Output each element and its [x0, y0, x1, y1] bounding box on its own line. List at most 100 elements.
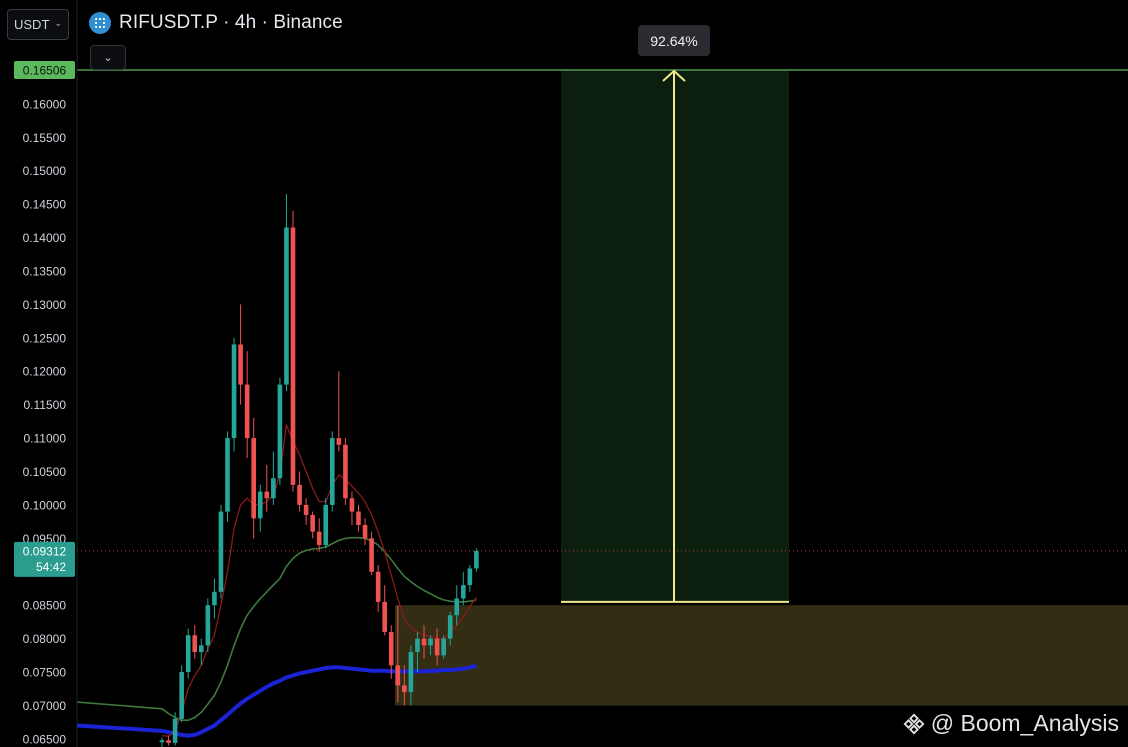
collapse-legend-button[interactable]: ⌄ — [90, 45, 126, 70]
candle — [284, 194, 289, 392]
candle-body — [277, 384, 283, 479]
candle-body — [192, 635, 198, 652]
candle-body — [205, 605, 211, 646]
y-tick-label: 0.11500 — [24, 398, 67, 412]
candle — [218, 504, 224, 599]
candle-body — [382, 601, 387, 632]
candle — [316, 518, 322, 552]
candle — [244, 351, 250, 459]
y-tick-label: 0.13500 — [23, 264, 67, 278]
candle-body — [271, 478, 276, 499]
candle — [205, 598, 211, 652]
candle-body — [369, 538, 374, 572]
last-price-label: 0.09312 — [23, 544, 67, 558]
candle-body — [290, 227, 296, 485]
candle-body — [434, 638, 440, 656]
candle-body — [336, 438, 342, 445]
y-tick-label: 0.14500 — [23, 198, 67, 212]
candle-body — [284, 227, 289, 385]
candle-body — [454, 598, 460, 616]
candle-body — [467, 568, 473, 586]
candle — [461, 571, 466, 606]
candle — [330, 431, 335, 512]
candle-body — [474, 551, 479, 569]
candle-body — [297, 484, 302, 505]
candle-body — [225, 438, 230, 512]
currency-dropdown[interactable]: USDT ⌄ — [7, 9, 69, 40]
candle — [212, 578, 217, 619]
candle-body — [441, 638, 446, 656]
candle — [441, 635, 446, 659]
candle — [277, 377, 283, 485]
price-chart[interactable]: 0.16000 0.15500 0.15000 0.14500 0.14000 0.135… — [0, 0, 1128, 747]
candle — [336, 371, 342, 452]
candle — [375, 565, 381, 612]
y-tick-label: 0.15500 — [23, 131, 67, 145]
candle — [349, 491, 355, 525]
candle-body — [159, 740, 165, 743]
symbol-title: RIFUSDT.P · 4h · Binance — [119, 12, 343, 33]
candle-body — [402, 685, 407, 693]
y-tick-label: 0.10500 — [23, 465, 67, 479]
candle — [251, 418, 256, 539]
demand-zone — [395, 605, 1128, 706]
candle-body — [257, 491, 263, 519]
candle-body — [349, 498, 355, 512]
candle-body — [343, 444, 348, 499]
candle-body — [238, 344, 243, 385]
y-tick-label: 0.15000 — [23, 164, 67, 178]
y-tick-label: 0.07000 — [23, 699, 67, 713]
candle — [369, 531, 374, 576]
candle-body — [415, 638, 420, 652]
y-tick-label: 0.07500 — [23, 666, 67, 680]
candle — [362, 518, 368, 546]
symbol-header: RIFUSDT.P · 4h · Binance — [89, 12, 343, 34]
target-price-label: 0.16506 — [23, 64, 67, 78]
candle-body — [461, 585, 466, 599]
candle — [231, 337, 237, 452]
candle — [238, 304, 243, 405]
candle-body — [375, 571, 381, 602]
candle — [474, 548, 479, 572]
y-tick-label: 0.08000 — [23, 632, 67, 646]
y-tick-label: 0.16000 — [23, 97, 67, 111]
candle-body — [388, 631, 394, 666]
candle-body — [251, 438, 256, 519]
y-tick-label: 0.11000 — [24, 432, 67, 446]
candle-body — [303, 504, 309, 515]
candle-body — [316, 531, 322, 546]
candle-body — [395, 665, 401, 686]
candle — [225, 431, 230, 522]
candle-body — [218, 511, 224, 592]
candle — [356, 504, 361, 532]
watermark-text: @ Boom_Analysis — [930, 710, 1119, 736]
candle — [159, 737, 165, 747]
y-tick-label: 0.13000 — [23, 298, 67, 312]
chevron-down-icon: ⌄ — [54, 18, 62, 28]
candle-body — [212, 591, 217, 606]
coin-logo-icon — [89, 12, 111, 34]
candle-body — [447, 615, 453, 639]
candle-body — [166, 740, 171, 743]
candle — [290, 210, 296, 492]
candle — [166, 735, 171, 746]
candle — [192, 625, 198, 659]
candle-countdown-label: 54:42 — [36, 560, 66, 574]
candle — [257, 484, 263, 532]
candle-body — [244, 384, 250, 439]
candle — [297, 471, 302, 512]
candle — [467, 565, 473, 592]
y-tick-label: 0.06500 — [23, 732, 67, 746]
candle-body — [362, 524, 368, 539]
candle-body — [330, 438, 335, 505]
candle-body — [310, 514, 315, 532]
candle-body — [408, 651, 414, 693]
currency-label: USDT — [14, 17, 50, 32]
y-tick-label: 0.14000 — [23, 231, 67, 245]
candle — [185, 628, 191, 679]
candle — [382, 585, 387, 636]
chevron-down-icon: ⌄ — [103, 52, 113, 64]
candle-body — [172, 718, 178, 743]
candle — [323, 498, 329, 549]
candle-body — [428, 638, 433, 646]
